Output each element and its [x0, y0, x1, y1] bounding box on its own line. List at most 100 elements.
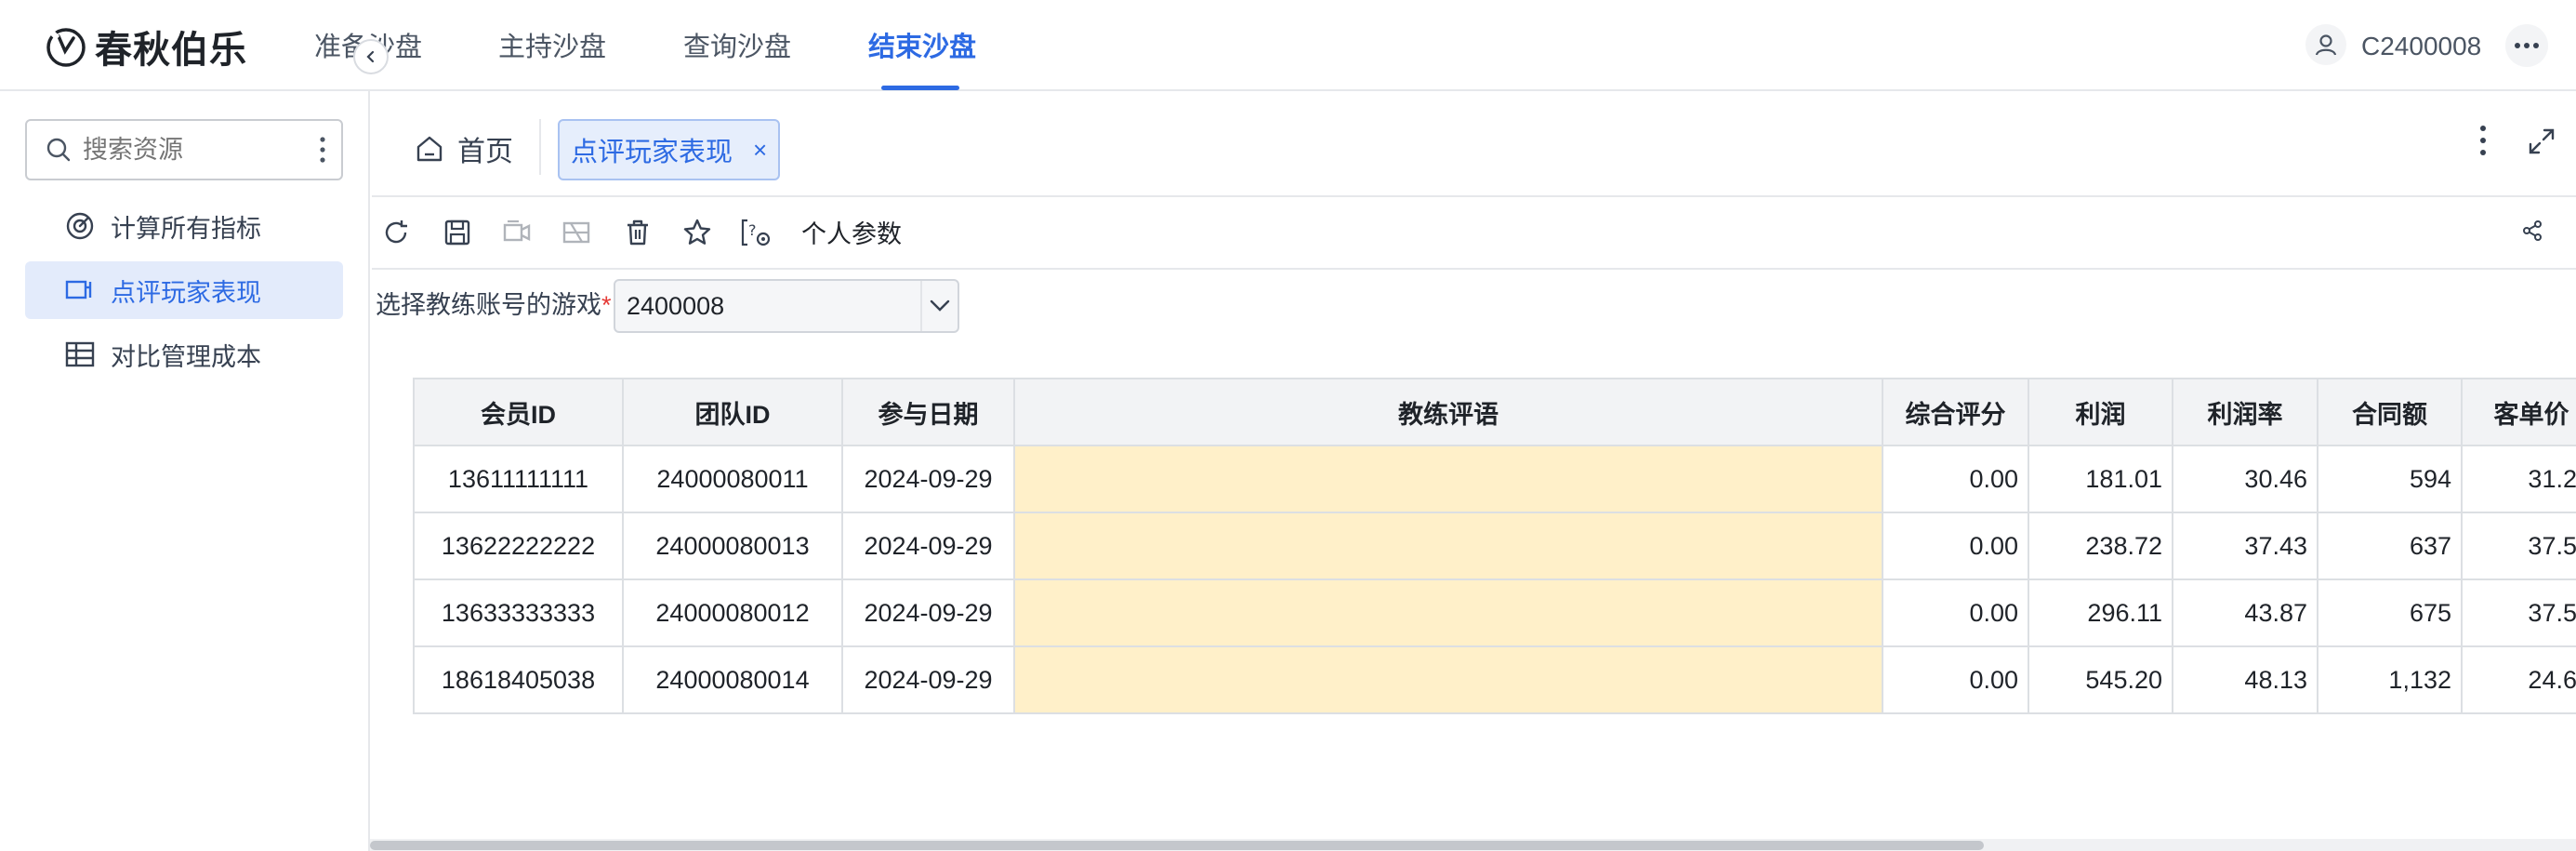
resource-search-box[interactable]	[25, 119, 343, 180]
required-mark: *	[601, 291, 612, 319]
logo-text: 春秋伯乐	[95, 29, 247, 72]
save-icon[interactable]	[439, 214, 476, 251]
more-menu-icon[interactable]	[2505, 24, 2548, 67]
sidebar: 计算所有指标 点评玩家表现 对比管理成本	[0, 91, 370, 851]
sidebar-item-calc-metrics[interactable]: 计算所有指标	[25, 197, 343, 255]
collapse-sidebar-button[interactable]	[353, 39, 389, 74]
review-table-container: 会员ID 团队ID 参与日期 教练评语 综合评分 利润 利润率 合同额 客单价 …	[413, 378, 2576, 717]
top-navigation-bar: 春秋伯乐 准备沙盘 主持沙盘 查询沙盘 结束沙盘 C2400008	[0, 0, 2576, 91]
cell-comment-editable[interactable]	[1013, 578, 1883, 647]
cell-contract[interactable]: 594	[2317, 445, 2463, 513]
cell-profit[interactable]: 296.11	[2028, 578, 2173, 647]
chevron-left-icon	[366, 50, 375, 63]
col-header-unit-price[interactable]: 客单价	[2461, 378, 2576, 446]
cell-score[interactable]: 0.00	[1882, 445, 2029, 513]
horizontal-scrollbar-thumb[interactable]	[370, 841, 1984, 850]
cell-comment-editable[interactable]	[1013, 645, 1883, 714]
user-name[interactable]: C2400008	[2361, 28, 2481, 65]
help-preview-icon[interactable]: ?	[738, 214, 775, 251]
cell-unit-price[interactable]: 24.63	[2461, 645, 2576, 714]
cell-member-id[interactable]: 18618405038	[413, 645, 624, 714]
tab-review-players[interactable]: 点评玩家表现 ×	[558, 119, 781, 180]
delete-icon[interactable]	[619, 214, 656, 251]
col-header-profit[interactable]: 利润	[2028, 378, 2173, 446]
cell-member-id[interactable]: 13611111111	[413, 445, 624, 513]
col-header-margin[interactable]: 利润率	[2172, 378, 2318, 446]
cell-profit[interactable]: 545.20	[2028, 645, 2173, 714]
user-avatar-icon[interactable]	[2305, 24, 2346, 65]
cell-contract[interactable]: 675	[2317, 578, 2463, 647]
app-logo[interactable]: 春秋伯乐	[43, 19, 247, 74]
table-row: 13622222222 24000080013 2024-09-29 0.00 …	[413, 512, 2576, 580]
cell-member-id[interactable]: 13633333333	[413, 578, 624, 647]
table-icon	[65, 341, 95, 367]
cell-margin[interactable]: 30.46	[2172, 445, 2318, 513]
cell-unit-price[interactable]: 31.28	[2461, 445, 2576, 513]
review-table: 会员ID 团队ID 参与日期 教练评语 综合评分 利润 利润率 合同额 客单价 …	[413, 378, 2576, 714]
sidebar-item-label: 对比管理成本	[111, 342, 261, 371]
cell-team-id[interactable]: 24000080011	[622, 445, 843, 513]
chevron-down-icon[interactable]	[920, 281, 958, 331]
tab-home-label: 首页	[457, 137, 513, 167]
col-header-score[interactable]: 综合评分	[1882, 378, 2029, 446]
cell-margin[interactable]: 43.87	[2172, 578, 2318, 647]
cell-date[interactable]: 2024-09-29	[841, 512, 1015, 580]
refresh-icon[interactable]	[377, 214, 415, 251]
cell-team-id[interactable]: 24000080012	[622, 578, 843, 647]
cell-contract[interactable]: 1,132	[2317, 645, 2463, 714]
nav-tab-host[interactable]: 主持沙盘	[498, 28, 606, 67]
logo-icon	[46, 28, 86, 67]
sidebar-item-review-players[interactable]: 点评玩家表现	[25, 261, 343, 319]
home-icon	[416, 136, 443, 162]
cell-team-id[interactable]: 24000080014	[622, 645, 843, 714]
tab-divider	[539, 119, 541, 175]
table-header-row: 会员ID 团队ID 参与日期 教练评语 综合评分 利润 利润率 合同额 客单价	[413, 378, 2576, 446]
cell-profit[interactable]: 238.72	[2028, 512, 2173, 580]
close-tab-icon[interactable]: ×	[753, 136, 767, 165]
col-header-contract[interactable]: 合同额	[2317, 378, 2463, 446]
tab-home[interactable]: 首页	[415, 128, 513, 169]
sidebar-item-label: 点评玩家表现	[111, 278, 261, 307]
game-select-label: 选择教练账号的游戏*	[376, 288, 612, 322]
cell-score[interactable]: 0.00	[1882, 645, 2029, 714]
cell-unit-price[interactable]: 37.52	[2461, 512, 2576, 580]
cell-margin[interactable]: 48.13	[2172, 645, 2318, 714]
video-icon[interactable]	[498, 214, 535, 251]
cell-comment-editable[interactable]	[1013, 445, 1883, 513]
cell-score[interactable]: 0.00	[1882, 512, 2029, 580]
cell-contract[interactable]: 637	[2317, 512, 2463, 580]
cell-team-id[interactable]: 24000080013	[622, 512, 843, 580]
cell-score[interactable]: 0.00	[1882, 578, 2029, 647]
tabs-more-icon[interactable]	[2479, 125, 2487, 156]
content-tabs-bar: 首页 点评玩家表现 ×	[372, 91, 2576, 197]
fullscreen-icon[interactable]	[2527, 126, 2556, 156]
cell-comment-editable[interactable]	[1013, 512, 1883, 580]
toolbar: ? 个人参数	[372, 197, 2576, 270]
table-row: 13611111111 24000080011 2024-09-29 0.00 …	[413, 445, 2576, 513]
col-header-team-id[interactable]: 团队ID	[622, 378, 843, 446]
vertical-more-icon[interactable]	[319, 136, 326, 164]
col-header-comment[interactable]: 教练评语	[1013, 378, 1883, 446]
game-select[interactable]: 2400008	[614, 279, 959, 333]
cell-date[interactable]: 2024-09-29	[841, 578, 1015, 647]
cell-date[interactable]: 2024-09-29	[841, 645, 1015, 714]
nav-tab-finish[interactable]: 结束沙盘	[868, 28, 976, 67]
cell-unit-price[interactable]: 37.50	[2461, 578, 2576, 647]
cell-profit[interactable]: 181.01	[2028, 445, 2173, 513]
col-header-member-id[interactable]: 会员ID	[413, 378, 624, 446]
review-icon	[65, 280, 92, 299]
search-input[interactable]	[83, 135, 297, 165]
share-icon[interactable]	[2519, 218, 2545, 244]
search-icon	[46, 138, 71, 162]
sidebar-item-compare-costs[interactable]: 对比管理成本	[25, 326, 343, 383]
clear-filter-icon[interactable]	[558, 214, 595, 251]
cell-member-id[interactable]: 13622222222	[413, 512, 624, 580]
cell-date[interactable]: 2024-09-29	[841, 445, 1015, 513]
personal-params-button[interactable]: 个人参数	[801, 218, 902, 251]
game-select-label-text: 选择教练账号的游戏	[376, 291, 601, 319]
col-header-date[interactable]: 参与日期	[841, 378, 1015, 446]
nav-tab-query[interactable]: 查询沙盘	[683, 28, 791, 67]
sidebar-item-label: 计算所有指标	[111, 214, 261, 243]
cell-margin[interactable]: 37.43	[2172, 512, 2318, 580]
star-icon[interactable]	[679, 214, 716, 251]
